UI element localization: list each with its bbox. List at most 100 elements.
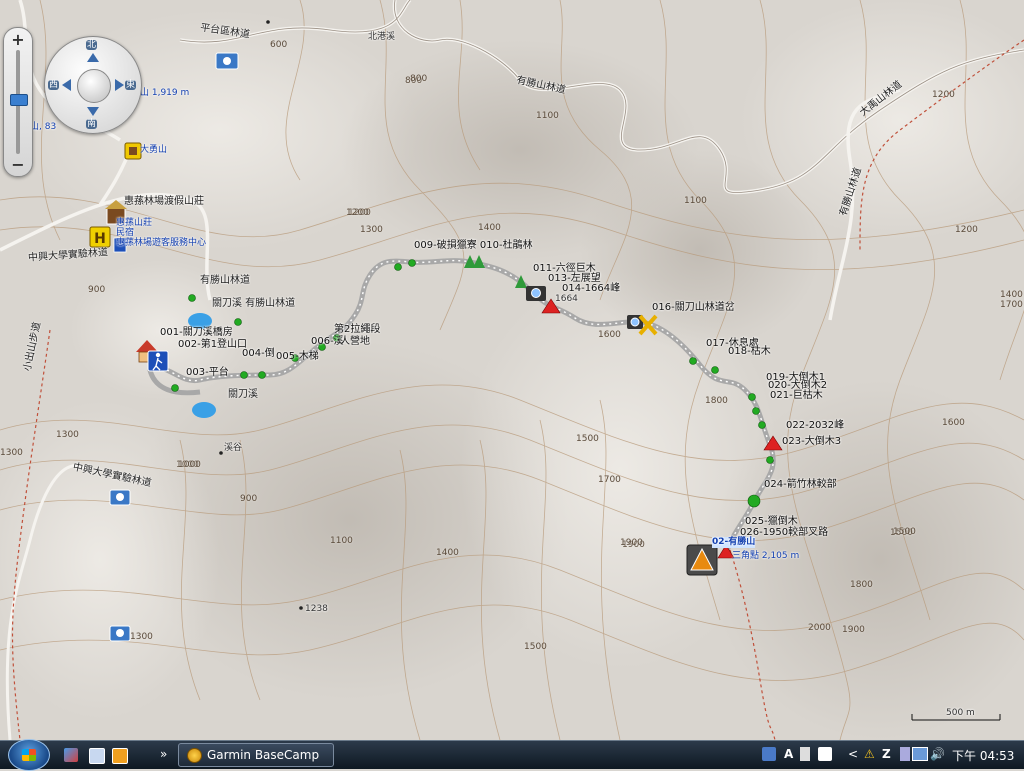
waypoint-label[interactable]: 第2拉繩段 <box>334 324 380 335</box>
language-icon[interactable]: A <box>784 747 793 761</box>
waypoint-label[interactable]: 022-2032峰 <box>786 420 844 431</box>
basecamp-icon <box>187 748 202 763</box>
contour-label: 1100 <box>330 536 353 546</box>
contour-label: 1100 <box>684 196 707 206</box>
contour-label: 600 <box>270 40 288 50</box>
waypoint-label[interactable]: 001-關刀溪橋房 <box>160 327 233 338</box>
contour-label: 800 <box>410 74 428 84</box>
tray-icon[interactable] <box>818 747 832 761</box>
waypoint-label[interactable]: 002-第1登山口 <box>178 339 247 350</box>
network-icon[interactable] <box>912 747 928 761</box>
hospital-icon[interactable]: H <box>89 226 111 248</box>
waypoint-label[interactable]: 003-平台 <box>186 367 229 378</box>
waypoint-marker[interactable] <box>408 259 416 267</box>
contour-label: 900 <box>240 494 258 504</box>
waypoint-marker[interactable] <box>758 421 766 429</box>
quicklaunch-icon[interactable] <box>64 748 78 762</box>
pan-left-arrow-icon[interactable] <box>62 79 71 91</box>
zoom-slider[interactable]: + − <box>3 27 33 177</box>
place-label: 關刀溪 <box>228 389 258 400</box>
waypoint-marker[interactable] <box>689 357 697 365</box>
tray-chevron[interactable]: < <box>848 747 858 761</box>
contour-label: 1100 <box>536 111 559 121</box>
zoom-out-button[interactable]: − <box>4 155 32 174</box>
topo-map[interactable]: H 平台區林道 北港溪 有勝山林道 有勝山林道 關刀溪 有勝山林道 惠蓀林場渡假… <box>0 0 1024 740</box>
campsite-icon[interactable] <box>686 544 718 576</box>
warning-icon[interactable]: ⚠ <box>864 747 875 761</box>
waypoint-label[interactable]: 人營地 <box>340 336 370 347</box>
waypoint-label[interactable]: 014-1664峰 <box>562 283 620 294</box>
scale-label: 500 m <box>946 708 975 718</box>
waypoint-marker[interactable] <box>766 456 774 464</box>
tray-icon[interactable] <box>900 747 910 761</box>
summit-label: 02-有勝山 <box>712 537 756 548</box>
zoom-in-button[interactable]: + <box>4 30 32 49</box>
windows-logo-icon <box>22 749 36 761</box>
waypoint-marker[interactable] <box>711 366 719 374</box>
waypoint-marker[interactable] <box>394 263 402 271</box>
waypoint-label[interactable]: 024-箭竹林較部 <box>764 479 837 490</box>
svg-text:H: H <box>94 231 106 247</box>
tray-icon[interactable] <box>800 747 810 761</box>
taskbar-app-button[interactable]: Garmin BaseCamp <box>178 743 334 767</box>
peak-label: 山, 83 <box>30 122 57 132</box>
hiker-icon[interactable] <box>147 350 169 372</box>
camera-icon[interactable] <box>526 286 546 301</box>
contour-label: 1800 <box>705 396 728 406</box>
quicklaunch-icon[interactable] <box>89 748 105 764</box>
waypoint-label[interactable]: 025-獵倒木 <box>745 516 798 527</box>
quicklaunch-chevron[interactable]: » <box>160 747 167 761</box>
waypoint-marker-large[interactable] <box>747 494 761 508</box>
tray-icon[interactable]: Z <box>882 747 891 761</box>
place-label: 惠蓀林場渡假山莊 <box>124 196 204 207</box>
waypoint-marker[interactable] <box>171 384 179 392</box>
place-label: 溪谷 <box>224 443 243 453</box>
camera-icon[interactable] <box>215 52 239 70</box>
contour-label: 1500 <box>576 434 599 444</box>
waypoint-label[interactable]: 026-1950較部叉路 <box>740 527 828 538</box>
pan-west-label[interactable]: 西 <box>48 80 60 90</box>
camera-icon[interactable] <box>109 489 131 506</box>
contour-label: 2000 <box>808 623 831 633</box>
waypoint-marker[interactable] <box>752 407 760 415</box>
pan-up-arrow-icon[interactable] <box>87 53 99 62</box>
waypoint-label[interactable]: 023-大倒木3 <box>782 436 841 447</box>
contour-label: 1700 <box>598 475 621 485</box>
waypoint-marker[interactable] <box>240 371 248 379</box>
pan-right-arrow-icon[interactable] <box>115 79 124 91</box>
waypoint-marker[interactable] <box>748 393 756 401</box>
contour-label: 1300 <box>360 225 383 235</box>
pan-control[interactable]: 北 南 西 東 <box>44 36 142 134</box>
waypoint-label[interactable]: 016-關刀山林道岔 <box>652 302 735 313</box>
waypoint-label[interactable]: 005-木梯 <box>276 351 319 362</box>
contour-label: 1400 <box>1000 290 1023 300</box>
waypoint-label[interactable]: 018-枯木 <box>728 346 771 357</box>
waypoint-marker[interactable] <box>188 294 196 302</box>
waypoint-label[interactable]: 004-倒 <box>242 348 275 359</box>
peak-dot <box>266 20 270 24</box>
contour-label: 1900 <box>842 625 865 635</box>
waypoint-marker[interactable] <box>258 371 266 379</box>
taskbar-app-label: Garmin BaseCamp <box>207 748 320 762</box>
tray-icon[interactable] <box>762 747 776 761</box>
zoom-thumb[interactable] <box>10 94 28 106</box>
pan-east-label[interactable]: 東 <box>125 80 137 90</box>
contour-label: 1300 <box>0 448 23 458</box>
peak-label: 1664 <box>555 294 578 304</box>
waypoint-label[interactable]: 021-巨枯木 <box>770 390 823 401</box>
lodge-icon-2[interactable] <box>124 142 142 160</box>
pan-south-label[interactable]: 南 <box>86 119 98 129</box>
waypoint-label[interactable]: 006-溪 <box>311 336 344 347</box>
quicklaunch-icon[interactable] <box>112 748 128 764</box>
waypoint-marker[interactable] <box>234 318 242 326</box>
camera-icon[interactable] <box>109 625 131 642</box>
pan-north-label[interactable]: 北 <box>86 40 98 50</box>
start-button[interactable] <box>8 739 50 771</box>
summit-elevation: 三角點 2,105 m <box>732 551 800 561</box>
waypoint-label[interactable]: 009-破損獵寮 010-杜鵑林 <box>414 240 533 251</box>
clock[interactable]: 下午 04:53 <box>952 747 1014 764</box>
volume-icon[interactable]: 🔊 <box>930 747 945 761</box>
contour-label: 1200 <box>932 90 955 100</box>
pan-center-button[interactable] <box>77 69 111 103</box>
pan-down-arrow-icon[interactable] <box>87 107 99 116</box>
